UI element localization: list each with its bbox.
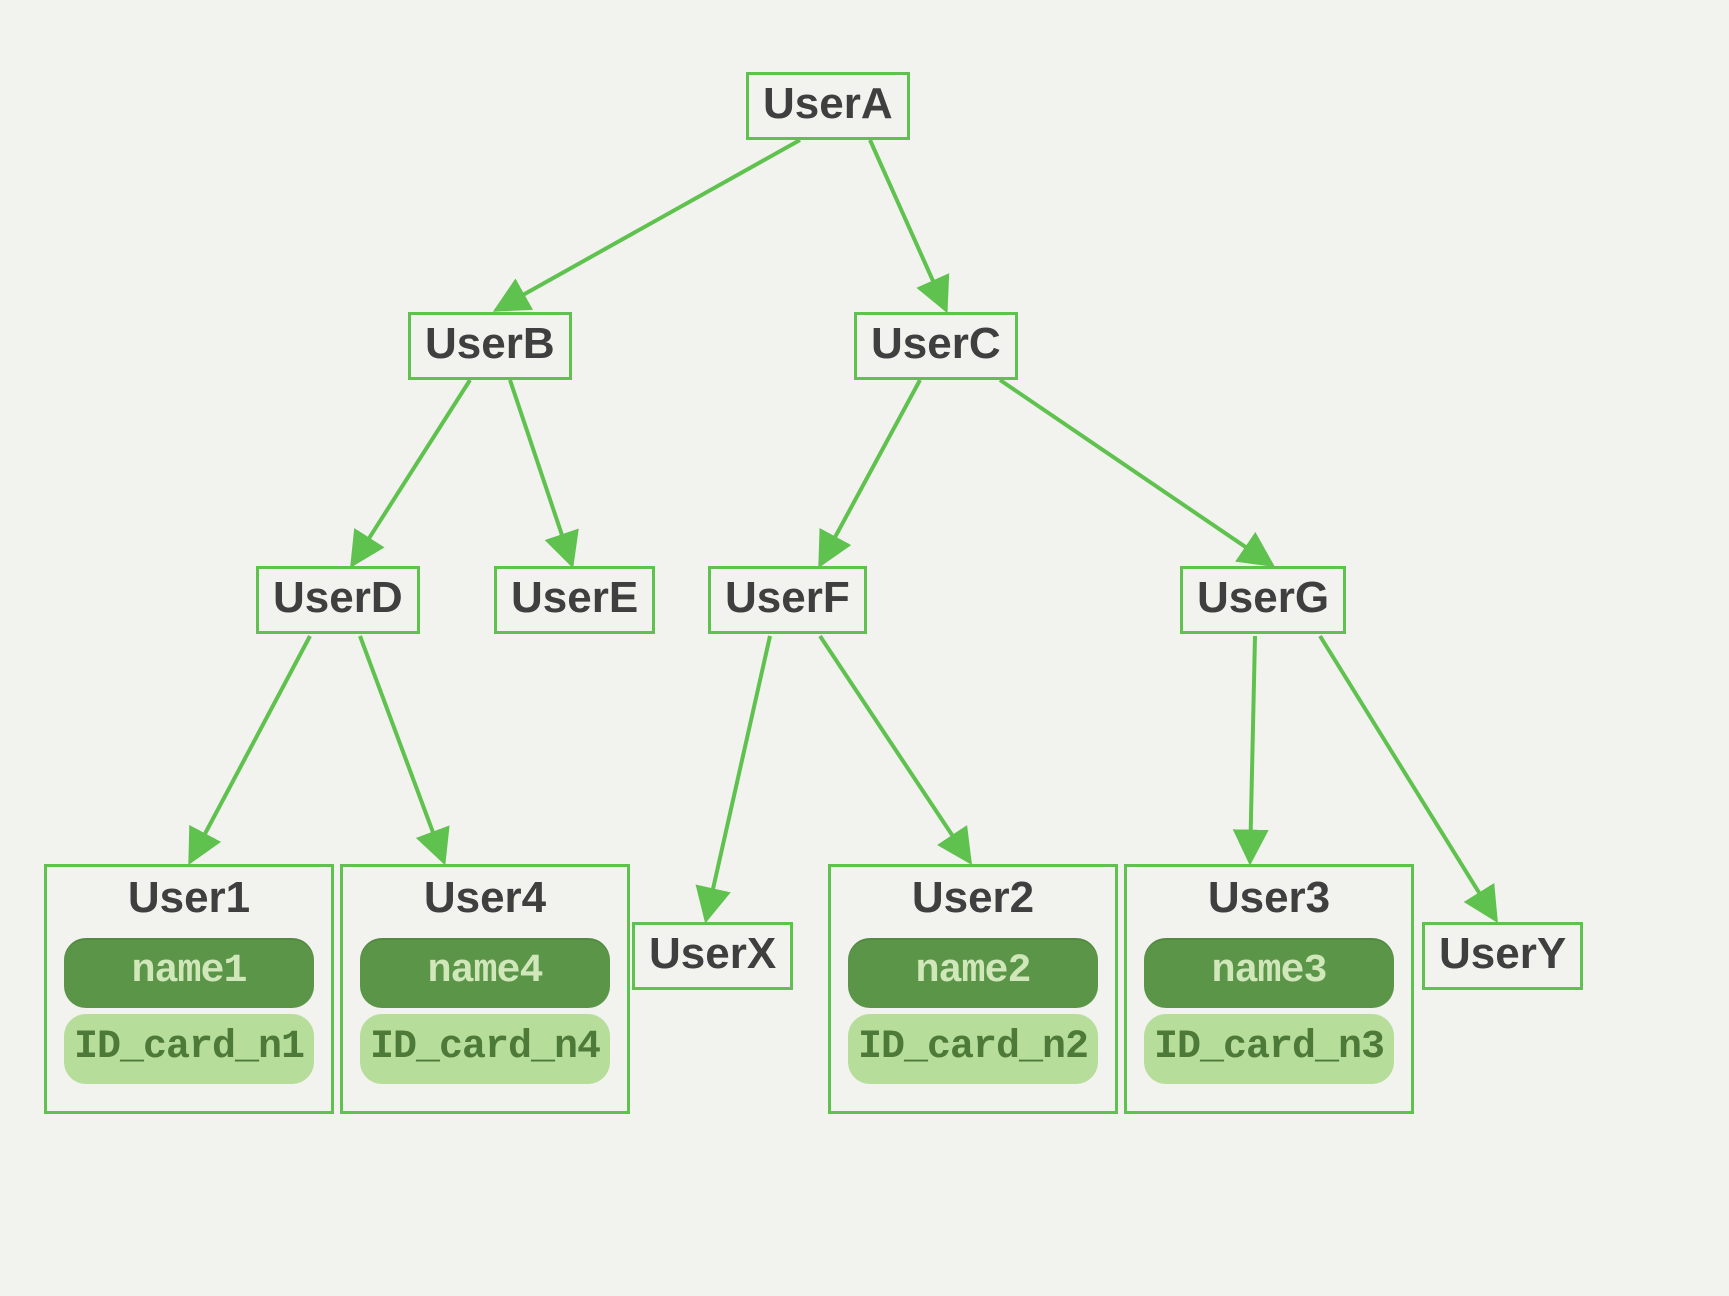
leaf-title: User2 [831, 873, 1115, 924]
node-label: UserY [1439, 929, 1566, 978]
node-user-c: UserC [854, 312, 1018, 380]
diagram-canvas: UserA UserB UserC UserD UserE UserF User… [0, 0, 1729, 1296]
leaf-name-pill: name2 [848, 938, 1098, 1008]
node-label: UserE [511, 573, 638, 622]
leaf-id-pill: ID_card_n1 [64, 1014, 314, 1084]
node-user-b: UserB [408, 312, 572, 380]
node-user-y: UserY [1422, 922, 1583, 990]
leaf-name-pill: name3 [1144, 938, 1394, 1008]
node-user-d: UserD [256, 566, 420, 634]
node-user-x: UserX [632, 922, 793, 990]
node-label: UserG [1197, 573, 1329, 622]
node-user-f: UserF [708, 566, 867, 634]
node-user-g: UserG [1180, 566, 1346, 634]
leaf-name-pill: name4 [360, 938, 610, 1008]
leaf-user1: User1 name1 ID_card_n1 [44, 864, 334, 1114]
node-label: UserD [273, 573, 403, 622]
node-label: UserX [649, 929, 776, 978]
leaf-user3: User3 name3 ID_card_n3 [1124, 864, 1414, 1114]
leaf-title: User3 [1127, 873, 1411, 924]
node-user-e: UserE [494, 566, 655, 634]
node-label: UserB [425, 319, 555, 368]
leaf-title: User4 [343, 873, 627, 924]
leaf-id-pill: ID_card_n2 [848, 1014, 1098, 1084]
leaf-id-pill: ID_card_n3 [1144, 1014, 1394, 1084]
leaf-user4: User4 name4 ID_card_n4 [340, 864, 630, 1114]
node-user-a: UserA [746, 72, 910, 140]
leaf-title: User1 [47, 873, 331, 924]
node-label: UserF [725, 573, 850, 622]
leaf-name-pill: name1 [64, 938, 314, 1008]
leaf-user2: User2 name2 ID_card_n2 [828, 864, 1118, 1114]
leaf-id-pill: ID_card_n4 [360, 1014, 610, 1084]
node-label: UserA [763, 79, 893, 128]
node-label: UserC [871, 319, 1001, 368]
